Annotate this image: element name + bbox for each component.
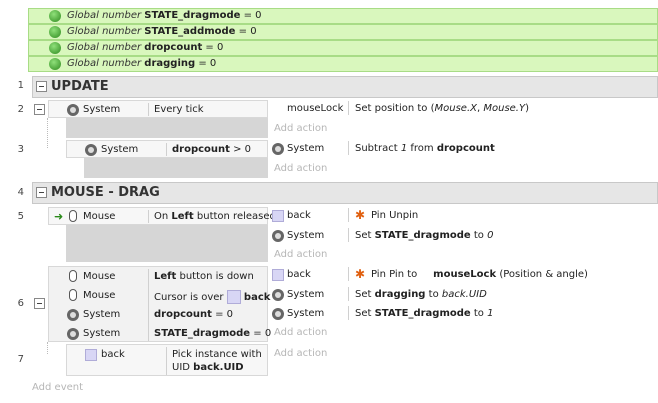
gear-icon	[272, 289, 284, 301]
action-text[interactable]: Set STATE_dragmode to 0	[355, 230, 494, 241]
sprite-icon	[272, 210, 284, 222]
global-var-name: dragging	[144, 58, 196, 69]
event-conditions-block[interactable]: Mouse Left button is down Mouse Cursor i…	[48, 266, 271, 342]
pin-icon: ✱	[355, 208, 366, 222]
gear-icon	[67, 104, 79, 116]
condition-area[interactable]	[66, 118, 268, 138]
line-number: 5	[17, 211, 24, 222]
action-object: back	[287, 269, 311, 280]
add-action-link[interactable]: Add action	[274, 123, 327, 134]
global-var-row[interactable]: Global number dragging = 0	[28, 56, 658, 72]
trigger-arrow-icon: ➜	[54, 210, 64, 223]
gear-icon	[272, 230, 284, 242]
line-number: 7	[17, 354, 24, 365]
add-action-link[interactable]: Add action	[274, 327, 327, 338]
event-condition[interactable]: back Pick instance with UID back.UID	[66, 344, 268, 376]
globe-icon	[49, 58, 61, 70]
condition-area[interactable]	[84, 158, 268, 178]
line-number: 3	[17, 144, 24, 155]
add-action-link[interactable]: Add action	[274, 163, 327, 174]
global-var-name: STATE_dragmode	[144, 10, 241, 21]
action-text[interactable]: Set STATE_dragmode to 1	[355, 308, 494, 319]
mouse-icon	[69, 289, 77, 301]
add-event-link[interactable]: Add event	[32, 382, 83, 393]
globe-icon	[49, 26, 61, 38]
gear-icon	[272, 143, 284, 155]
group-header-update[interactable]: UPDATE	[32, 76, 658, 98]
collapse-toggle-icon[interactable]	[34, 104, 45, 115]
tree-line	[47, 118, 48, 148]
condition-area[interactable]	[66, 225, 268, 262]
event-condition[interactable]: System Every tick	[48, 100, 268, 118]
pin-icon: ✱	[355, 267, 366, 281]
line-number: 6	[17, 298, 24, 309]
gear-icon	[272, 308, 284, 320]
globe-icon	[49, 42, 61, 54]
action-text[interactable]: Pin Unpin	[371, 210, 418, 221]
action-object: System	[287, 143, 325, 154]
line-number: 4	[17, 187, 24, 198]
action-object: System	[287, 230, 325, 241]
gear-icon	[67, 328, 79, 340]
line-number: 1	[17, 80, 24, 91]
gear-icon	[85, 144, 97, 156]
action-object: System	[287, 308, 325, 319]
line-number: 2	[17, 104, 24, 115]
add-action-link[interactable]: Add action	[274, 348, 327, 359]
global-var-row[interactable]: Global number dropcount = 0	[28, 40, 658, 56]
action-object: mouseLock	[287, 103, 344, 114]
action-object: back	[287, 210, 311, 221]
event-condition[interactable]: ➜ Mouse On Left button released	[48, 207, 276, 225]
collapse-toggle-icon[interactable]	[36, 81, 47, 92]
action-text[interactable]: Subtract 1 from dropcount	[355, 143, 495, 154]
collapse-toggle-icon[interactable]	[34, 298, 45, 309]
mouse-icon	[69, 270, 77, 282]
sprite-icon	[272, 269, 284, 281]
tree-line	[47, 342, 48, 354]
action-text[interactable]: Set dragging to back.UID	[355, 289, 487, 300]
add-action-link[interactable]: Add action	[274, 249, 327, 260]
globe-icon	[49, 10, 61, 22]
sprite-icon	[85, 349, 97, 361]
global-var-row[interactable]: Global number STATE_addmode = 0	[28, 24, 658, 40]
action-text[interactable]: Set position to (Mouse.X, Mouse.Y)	[355, 103, 529, 114]
action-object: System	[287, 289, 325, 300]
global-var-name: STATE_addmode	[144, 26, 236, 37]
collapse-toggle-icon[interactable]	[36, 187, 47, 198]
global-var-row[interactable]: Global number STATE_dragmode = 0	[28, 8, 658, 24]
mouse-icon	[69, 210, 77, 222]
action-text[interactable]: Pin Pin to mouseLock (Position & angle)	[371, 269, 588, 280]
group-header-mouse-drag[interactable]: MOUSE - DRAG	[32, 182, 658, 204]
global-var-name: dropcount	[144, 42, 203, 53]
event-condition[interactable]: System dropcount > 0	[66, 140, 268, 158]
gear-icon	[67, 309, 79, 321]
sprite-icon	[226, 290, 241, 304]
